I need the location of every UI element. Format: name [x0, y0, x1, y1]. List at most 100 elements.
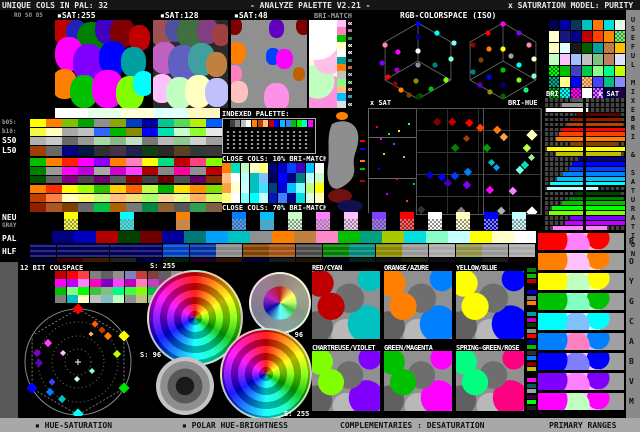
palette-slot[interactable]: [291, 120, 297, 127]
pal-swatch[interactable]: [206, 231, 228, 243]
sat48-toggle[interactable]: ▪SAT:48: [234, 11, 268, 20]
pal-swatch[interactable]: [514, 231, 536, 243]
mix-swatch: [571, 31, 581, 42]
range-swatch: [62, 194, 78, 202]
pal-swatch[interactable]: [448, 231, 470, 243]
close-col-swatch: [231, 163, 241, 173]
pal-swatch[interactable]: [492, 231, 514, 243]
polar-hue-brightness-toggle[interactable]: ▪ POLAR HUE-BRIGHTNESS: [182, 421, 288, 430]
sat255-toggle[interactable]: ▪SAT:255: [57, 11, 96, 20]
empty-palette-slots: [225, 130, 311, 151]
range-swatch: [46, 128, 62, 136]
palette-slot[interactable]: [268, 120, 274, 127]
pal-swatch[interactable]: [360, 231, 382, 243]
mix-swatch: [560, 31, 570, 42]
close-col-swatch: [305, 163, 315, 173]
bri-match-tick: [348, 22, 352, 25]
pal-swatch[interactable]: [184, 231, 206, 243]
bri-match-segment: [337, 34, 346, 42]
range-swatch: [187, 108, 220, 118]
sat-bar: [586, 102, 589, 107]
pal-swatch[interactable]: [250, 231, 272, 243]
mix-swatch: [549, 20, 559, 31]
range-swatch: [94, 128, 110, 136]
pal-swatch[interactable]: [294, 231, 316, 243]
primary-range-letter: R: [629, 237, 634, 246]
sat-bar: [586, 147, 625, 151]
range-swatch: [62, 185, 78, 193]
close-col-swatch: [240, 183, 250, 193]
palette-slot[interactable]: [280, 120, 286, 127]
range-swatch: [190, 176, 206, 183]
mix-swatch: [604, 31, 614, 42]
range-swatch: [126, 137, 142, 145]
palette-slot[interactable]: [257, 120, 263, 127]
polar-circle-label: S: 96: [140, 351, 162, 359]
hlf-under-swatch: [508, 258, 535, 262]
app-title: - ANALYZE PALETTE V2.21 -: [250, 1, 371, 10]
sat128-toggle[interactable]: ▪SAT:128: [160, 11, 199, 20]
palette-slot[interactable]: [263, 120, 269, 127]
range-swatch: [46, 203, 62, 212]
pal-swatch[interactable]: [470, 231, 492, 243]
range-swatch: [62, 158, 78, 166]
palette-slot[interactable]: [302, 120, 308, 127]
sat-bar: [586, 216, 625, 220]
bri-hue-panel: [416, 108, 542, 215]
bri-bar: [557, 176, 583, 181]
saturation-model-toggle[interactable]: x SATURATION MODEL: PURITY: [508, 1, 633, 10]
range-swatch: [46, 137, 62, 145]
desat-stripe: [527, 405, 536, 410]
range-swatch: [110, 137, 126, 145]
complementary-panel: [312, 271, 380, 339]
close-col-swatch: [231, 183, 241, 193]
hlf-swatch: [163, 244, 189, 257]
range-swatch: [190, 119, 206, 127]
palette-slot[interactable]: [296, 120, 302, 127]
close-col-swatch: [315, 163, 324, 173]
pal-swatch[interactable]: [316, 231, 338, 243]
hue-saturation-toggle[interactable]: ▪ HUE-SATURATION: [35, 421, 112, 430]
range-swatch: [78, 128, 94, 136]
scatter-dot: [408, 123, 410, 125]
hlf-swatch: [216, 244, 243, 257]
bri-bar: [556, 152, 583, 156]
pal-swatch[interactable]: [228, 231, 250, 243]
sat-bar: [586, 122, 624, 127]
palette-slot[interactable]: [240, 120, 246, 127]
pal-swatch[interactable]: [272, 231, 294, 243]
pal-swatch[interactable]: [426, 231, 448, 243]
pal-swatch[interactable]: [140, 231, 162, 243]
hlf-swatch: [375, 244, 402, 257]
palette-slot[interactable]: [246, 120, 252, 127]
hue-dot: [450, 171, 459, 180]
pal-swatch[interactable]: [162, 231, 184, 243]
mix-swatch: [571, 20, 581, 31]
polar-circle-label: S: 255: [284, 410, 310, 418]
desat-stripe: [527, 372, 536, 377]
palette-slot[interactable]: [252, 120, 258, 127]
palette-slot[interactable]: [229, 120, 235, 127]
pal-swatch[interactable]: [52, 231, 74, 243]
hue-saturation-wheel: [14, 286, 148, 416]
pal-swatch[interactable]: [74, 231, 96, 243]
pal-swatch[interactable]: [382, 231, 404, 243]
palette-slot[interactable]: [274, 120, 280, 127]
bri-match-tick: [348, 29, 352, 33]
palette-slot[interactable]: [308, 120, 314, 127]
pal-swatch[interactable]: [30, 231, 52, 243]
palette-slot[interactable]: [285, 120, 291, 127]
sat-bar: [586, 112, 621, 117]
pal-swatch[interactable]: [404, 231, 426, 243]
mix-swatch: [582, 54, 592, 65]
bri-match-segment: [337, 86, 346, 94]
pal-swatch[interactable]: [96, 231, 118, 243]
palette-slot[interactable]: [235, 120, 241, 127]
palette-slot[interactable]: [224, 120, 230, 127]
top-bar: UNIQUE COLS IN PAL: 32 - ANALYZE PALETTE…: [0, 0, 640, 10]
neutral-mix: [176, 219, 190, 230]
pal-swatch[interactable]: [338, 231, 360, 243]
pal-swatch[interactable]: [118, 231, 140, 243]
scatter-dot: [406, 200, 408, 202]
range-swatch: [158, 194, 174, 202]
